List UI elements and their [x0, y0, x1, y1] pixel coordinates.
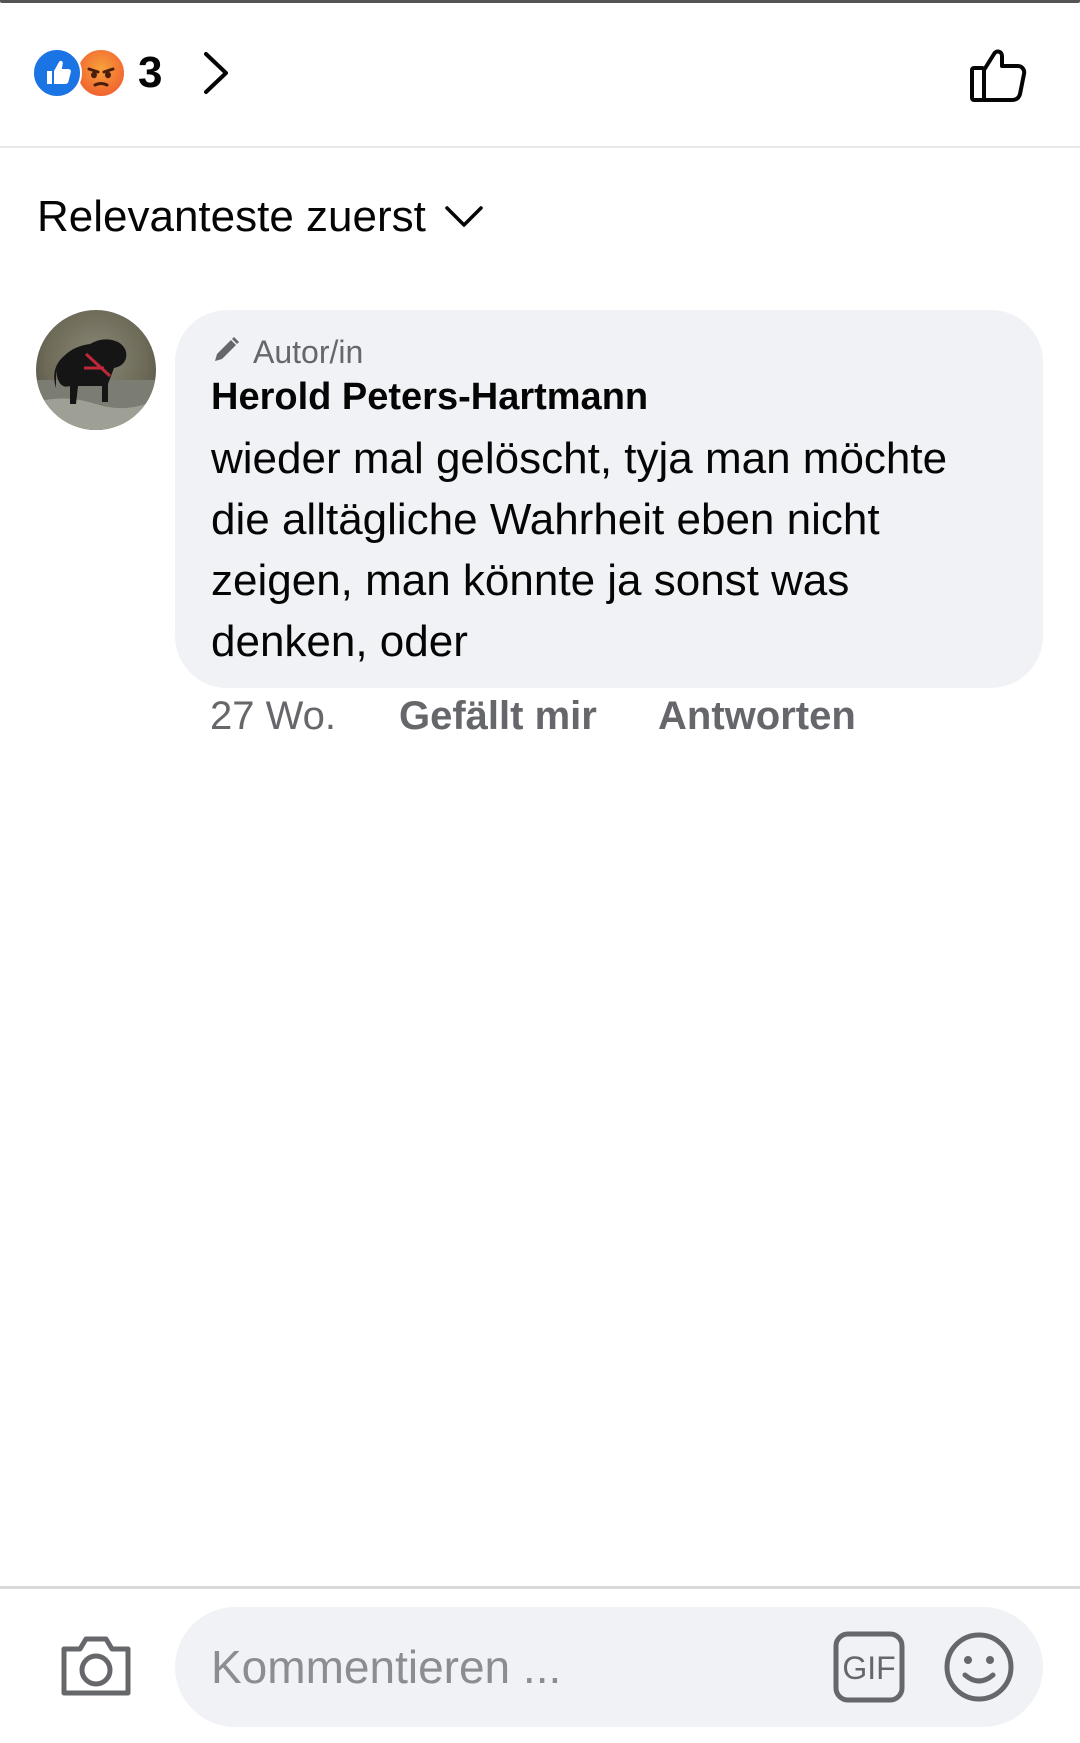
reaction-count: 3	[138, 48, 163, 97]
chevron-down-icon	[444, 205, 484, 234]
comment-text: wieder mal gelöscht, tyja man möchte die…	[211, 434, 948, 666]
comment-bubble: Autor/in Herold Peters-Hartmann wieder m…	[175, 310, 1043, 688]
camera-icon[interactable]	[58, 1631, 134, 1706]
comment-reply-button[interactable]: Antworten	[658, 694, 856, 739]
like-thumb-icon[interactable]	[968, 42, 1032, 111]
comment-input[interactable]	[211, 1607, 771, 1727]
svg-text:GIF: GIF	[842, 1650, 895, 1686]
emoji-icon[interactable]	[943, 1631, 1015, 1708]
reactions-header: 3	[0, 0, 1080, 148]
reactions-summary[interactable]: 3	[32, 48, 162, 98]
sort-label: Relevanteste zuerst	[37, 192, 426, 241]
like-reaction-icon	[32, 48, 82, 98]
author-badge: Autor/in	[211, 334, 363, 371]
angry-reaction-icon	[76, 48, 126, 98]
comment-author[interactable]: Herold Peters-Hartmann	[211, 376, 648, 419]
sort-dropdown[interactable]: Relevanteste zuerst	[37, 192, 484, 242]
pencil-icon	[211, 335, 241, 370]
comment-composer: GIF	[0, 1586, 1080, 1743]
comment-input-wrap: GIF	[175, 1607, 1043, 1727]
comment-like-button[interactable]: Gefällt mir	[399, 694, 597, 739]
avatar[interactable]	[36, 310, 156, 430]
author-badge-label: Autor/in	[253, 334, 364, 370]
comment-timestamp[interactable]: 27 Wo.	[210, 694, 336, 739]
gif-icon[interactable]: GIF	[833, 1631, 905, 1708]
chevron-right-icon[interactable]	[198, 48, 234, 103]
